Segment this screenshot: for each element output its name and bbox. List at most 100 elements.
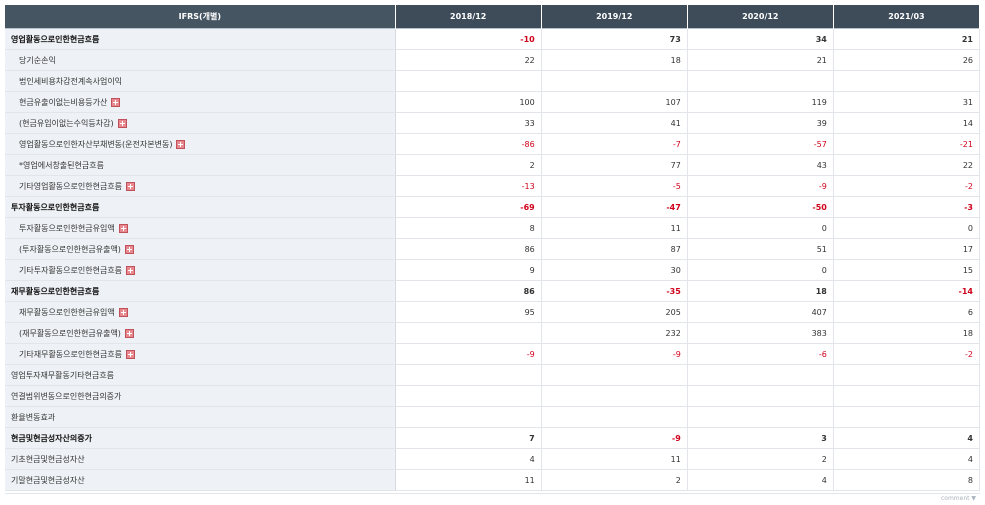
row-label-cell: 영업활동으로인한현금흐름 (5, 28, 396, 50)
value-cell: 21 (687, 49, 834, 71)
header-period-2019-12: 2019/12 (541, 5, 688, 29)
row-label: 투자활동으로인한현금유입액 (19, 223, 115, 233)
plus-square-icon[interactable] (124, 244, 134, 254)
header-row: IFRS(개별) 2018/12 2019/12 2020/12 2021/03 (5, 5, 981, 29)
value-cell: 8 (395, 217, 542, 239)
row-label-cell[interactable]: (재무활동으로인한현금유출액) (5, 322, 396, 344)
row-label-cell[interactable]: 기타영업활동으로인한현금흐름 (5, 175, 396, 197)
value-cell: 11 (541, 448, 688, 470)
comment-toggle[interactable]: comment ▼ (5, 493, 980, 504)
row-label-cell[interactable]: (투자활동으로인한현금유출액) (5, 238, 396, 260)
row-label-cell: 영업투자재무활동기타현금흐름 (5, 364, 396, 386)
value-cell (541, 406, 688, 428)
value-cell (833, 364, 981, 386)
value-cell: 8 (833, 469, 981, 491)
value-cell: -2 (833, 175, 981, 197)
value-cell: 86 (395, 280, 542, 302)
value-cell: 383 (687, 322, 834, 344)
value-cell: -5 (541, 175, 688, 197)
value-cell: 18 (833, 322, 981, 344)
value-cell: 407 (687, 301, 834, 323)
table-row: 투자활동으로인한현금흐름 -69 -47 -50 -3 (5, 196, 981, 218)
value-cell (833, 385, 981, 407)
table-row: 현금유출이없는비용등가산 100 107 119 31 (5, 91, 981, 113)
value-cell: -9 (687, 175, 834, 197)
plus-square-icon[interactable] (176, 139, 186, 149)
table-row: 기초현금및현금성자산 4 11 2 4 (5, 448, 981, 470)
plus-square-icon[interactable] (126, 181, 136, 191)
value-cell: 2 (687, 448, 834, 470)
value-cell: -9 (541, 343, 688, 365)
value-cell: 3 (687, 427, 834, 449)
value-cell: 232 (541, 322, 688, 344)
row-label-cell: 환율변동효과 (5, 406, 396, 428)
value-cell (687, 385, 834, 407)
row-label: 영업활동으로인한현금흐름 (11, 34, 100, 44)
row-label: 영업투자재무활동기타현금흐름 (11, 370, 115, 380)
table-row: (현금유입이없는수익등차감) 33 41 39 14 (5, 112, 981, 134)
value-cell: 31 (833, 91, 981, 113)
row-label-cell[interactable]: (현금유입이없는수익등차감) (5, 112, 396, 134)
value-cell: 2 (395, 154, 542, 176)
value-cell: 39 (687, 112, 834, 134)
plus-square-icon[interactable] (118, 307, 128, 317)
value-cell: -35 (541, 280, 688, 302)
cashflow-statement: IFRS(개별) 2018/12 2019/12 2020/12 2021/03… (5, 5, 981, 504)
row-label: 현금유출이없는비용등가산 (19, 97, 108, 107)
value-cell: 6 (833, 301, 981, 323)
value-cell: -14 (833, 280, 981, 302)
plus-square-icon[interactable] (124, 328, 134, 338)
value-cell: 4 (833, 427, 981, 449)
row-label: 현금및현금성자산의증가 (11, 433, 92, 443)
row-label: 투자활동으로인한현금흐름 (11, 202, 100, 212)
value-cell: 205 (541, 301, 688, 323)
value-cell: -47 (541, 196, 688, 218)
value-cell: -13 (395, 175, 542, 197)
row-label: *영업에서창출된현금흐름 (19, 160, 104, 170)
value-cell: 18 (687, 280, 834, 302)
row-label-cell[interactable]: 현금유출이없는비용등가산 (5, 91, 396, 113)
value-cell: 22 (395, 49, 542, 71)
value-cell: 11 (541, 217, 688, 239)
plus-square-icon[interactable] (118, 223, 128, 233)
value-cell (395, 322, 542, 344)
value-cell: -9 (541, 427, 688, 449)
value-cell: -3 (833, 196, 981, 218)
row-label: 연결범위변동으로인한현금의증가 (11, 391, 122, 401)
row-label-cell[interactable]: 기타투자활동으로인한현금흐름 (5, 259, 396, 281)
value-cell (833, 406, 981, 428)
header-period-2018-12: 2018/12 (395, 5, 542, 29)
plus-square-icon[interactable] (126, 349, 136, 359)
table-row: 당기순손익 22 18 21 26 (5, 49, 981, 71)
row-label: 기말현금및현금성자산 (11, 475, 85, 485)
table-row: 영업활동으로인한자산부채변동(운전자본변동) -86 -7 -57 -21 (5, 133, 981, 155)
table-row: 현금및현금성자산의증가 7 -9 3 4 (5, 427, 981, 449)
row-label-cell[interactable]: 기타재무활동으로인한현금흐름 (5, 343, 396, 365)
value-cell (395, 385, 542, 407)
value-cell: 17 (833, 238, 981, 260)
plus-square-icon[interactable] (126, 265, 136, 275)
value-cell: 2 (541, 469, 688, 491)
plus-square-icon[interactable] (111, 97, 121, 107)
table-row: (투자활동으로인한현금유출액) 86 87 51 17 (5, 238, 981, 260)
value-cell: -21 (833, 133, 981, 155)
value-cell: 34 (687, 28, 834, 50)
row-label-cell[interactable]: 투자활동으로인한현금유입액 (5, 217, 396, 239)
row-label: (투자활동으로인한현금유출액) (19, 244, 121, 254)
value-cell (541, 364, 688, 386)
plus-square-icon[interactable] (117, 118, 127, 128)
table-row: 기타투자활동으로인한현금흐름 9 30 0 15 (5, 259, 981, 281)
row-label-cell[interactable]: 재무활동으로인한현금유입액 (5, 301, 396, 323)
value-cell: 77 (541, 154, 688, 176)
table-row: 연결범위변동으로인한현금의증가 (5, 385, 981, 407)
value-cell: -57 (687, 133, 834, 155)
row-label-cell[interactable]: 영업활동으로인한자산부채변동(운전자본변동) (5, 133, 396, 155)
value-cell: 51 (687, 238, 834, 260)
cashflow-table: IFRS(개별) 2018/12 2019/12 2020/12 2021/03… (5, 5, 981, 491)
row-label-cell: 기말현금및현금성자산 (5, 469, 396, 491)
value-cell: 0 (687, 259, 834, 281)
row-label-cell: *영업에서창출된현금흐름 (5, 154, 396, 176)
row-label: 기타투자활동으로인한현금흐름 (19, 265, 123, 275)
value-cell: 30 (541, 259, 688, 281)
value-cell: 14 (833, 112, 981, 134)
